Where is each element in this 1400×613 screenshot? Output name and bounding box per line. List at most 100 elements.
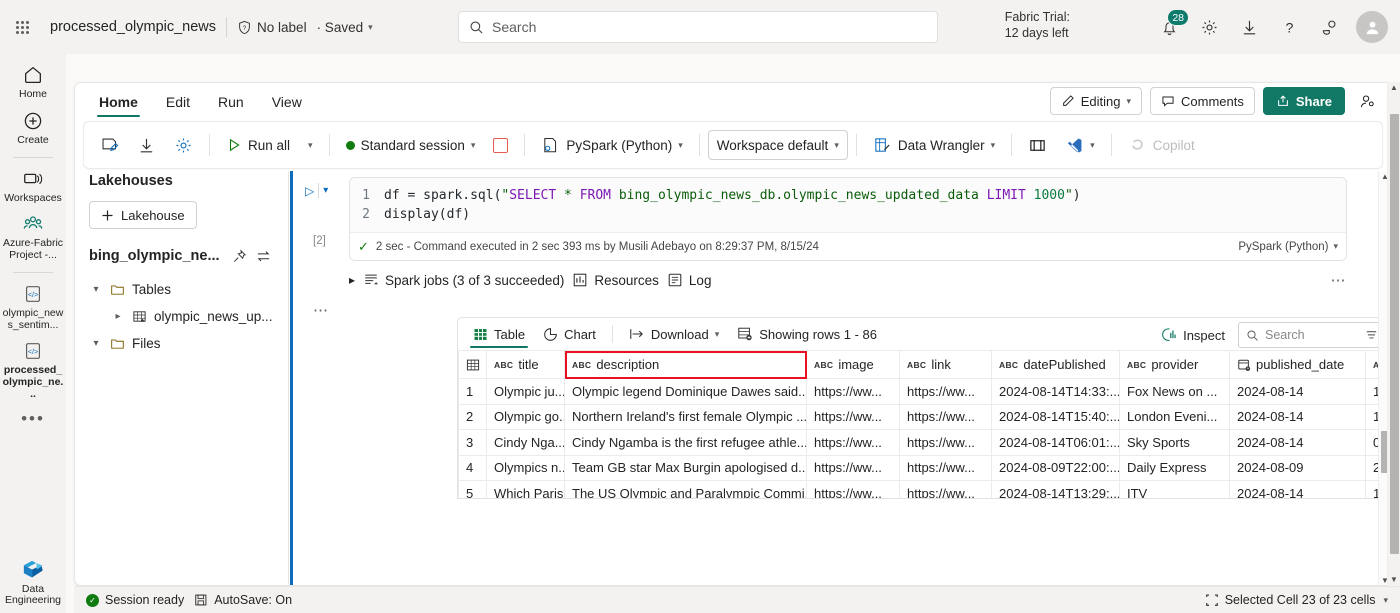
feedback-icon[interactable] [1316,14,1342,40]
notifications-bell-icon[interactable]: 28 [1156,9,1189,40]
cell-published-date[interactable]: 2024-08-14 [1229,403,1366,430]
cell-provider[interactable]: London Eveni... [1119,403,1230,430]
cell-image[interactable]: https://ww... [806,480,900,498]
cell-title[interactable]: Olympics n... [486,454,565,481]
layout-toggle-button[interactable] [1020,129,1055,161]
cell-provider[interactable]: Sky Sports [1119,429,1230,456]
cell-published-date[interactable]: 2024-08-14 [1229,480,1366,498]
comments-button[interactable]: Comments [1150,87,1255,115]
grid-search-input[interactable]: Search [1238,322,1386,348]
cell-published-date[interactable]: 2024-08-14 [1229,429,1366,456]
cell-datepublished[interactable]: 2024-08-14T13:29:... [991,480,1120,498]
table-row[interactable]: 5 Which Paris... The US Olympic and Para… [458,480,1391,498]
grid-column-header-image[interactable]: ABC image [806,350,900,379]
chevron-down-icon[interactable]: ▾ [323,185,328,196]
document-title[interactable]: processed_olympic_news [50,19,216,35]
cell-datepublished[interactable]: 2024-08-14T15:40:... [991,403,1120,430]
page-scroll-thumb[interactable] [1390,114,1399,554]
cell-datepublished[interactable]: 2024-08-14T06:01:... [991,429,1120,456]
download-icon[interactable] [1236,14,1262,40]
play-icon[interactable]: ▷ [305,184,314,198]
grid-corner-header[interactable] [458,350,487,379]
grid-column-header-published-date[interactable]: published_date [1229,350,1366,379]
expand-output-caret[interactable]: ▸ [349,273,355,287]
save-state-button[interactable]: · Saved ▾ [317,20,373,35]
add-lakehouse-button[interactable]: Lakehouse [89,201,197,229]
save-edit-button[interactable] [92,129,127,161]
tab-run[interactable]: Run [206,83,256,121]
autosave-status[interactable]: AutoSave: On [194,593,292,607]
lakehouse-name[interactable]: bing_olympic_ne... [89,248,226,264]
cell-link[interactable]: https://ww... [899,403,992,430]
cell-title[interactable]: Olympic go... [486,403,565,430]
cell-description[interactable]: The US Olympic and Paralympic Commi... [564,480,807,498]
cell-kernel-selector[interactable]: PySpark (Python) ▾ [1238,241,1338,253]
sidebar-item-home[interactable]: Home [1,62,65,101]
cell-more-options[interactable]: ⋯ [313,301,330,319]
chevron-down-icon[interactable]: ▾ [89,338,103,349]
cell-description[interactable]: Olympic legend Dominique Dawes said... [564,378,807,405]
cell-description[interactable]: Northern Ireland's first female Olympic … [564,403,807,430]
cell-link[interactable]: https://ww... [899,454,992,481]
cell-description[interactable]: Team GB star Max Burgin apologised d... [564,454,807,481]
table-row[interactable]: 1 Olympic ju... Olympic legend Dominique… [458,378,1391,405]
log-link[interactable]: Log [667,272,711,288]
table-row[interactable]: 3 Cindy Nga... Cindy Ngamba is the first… [458,429,1391,456]
sidebar-item-workspaces[interactable]: Workspaces [1,166,65,205]
sensitivity-label-button[interactable]: ? No label [237,20,307,35]
download-result-button[interactable]: Download ▾ [622,319,726,349]
person-add-icon[interactable] [1353,87,1381,115]
cell-image[interactable]: https://ww... [806,378,900,405]
environment-selector-button[interactable]: Workspace default ▾ [707,130,848,160]
grid-column-header-link[interactable]: ABC link [899,350,992,379]
cell-image[interactable]: https://ww... [806,454,900,481]
pin-icon[interactable] [228,245,250,267]
cell-provider[interactable]: ITV [1119,480,1230,498]
cell-title[interactable]: Which Paris... [486,480,565,498]
inspect-button[interactable]: Inspect [1154,320,1232,350]
chevron-down-icon[interactable]: ▾ [89,284,103,295]
sidebar-more-button[interactable]: ••• [21,410,45,427]
settings-gear-icon[interactable] [1196,14,1222,40]
cell-image[interactable]: https://ww... [806,429,900,456]
switch-icon[interactable] [252,245,274,267]
data-wrangler-button[interactable]: Data Wrangler ▾ [865,129,1003,161]
run-all-button[interactable]: Run all [218,129,298,161]
cell-description[interactable]: Cindy Ngamba is the first refugee athle.… [564,429,807,456]
tree-node-files[interactable]: ▾ Files [89,330,274,357]
tree-node-olympic-news-updated[interactable]: ▸ olympic_news_up... [89,303,274,330]
cell-selection-status[interactable]: Selected Cell 23 of 23 cells [1205,593,1375,607]
editing-mode-button[interactable]: Editing ▾ [1049,87,1142,115]
stop-session-button[interactable] [485,129,516,161]
cell-provider[interactable]: Fox News on ... [1119,378,1230,405]
global-search-input[interactable]: Search [458,11,938,43]
cell-image[interactable]: https://ww... [806,403,900,430]
scroll-down-arrow-icon[interactable]: ▼ [1390,574,1398,586]
chevron-right-icon[interactable]: ▸ [111,311,125,322]
cell-title[interactable]: Olympic ju... [486,378,565,405]
cell-published-date[interactable]: 2024-08-14 [1229,378,1366,405]
tab-home[interactable]: Home [87,83,150,121]
sidebar-item-create[interactable]: Create [1,108,65,147]
tab-view[interactable]: View [260,83,314,121]
page-vertical-scrollbar[interactable]: ▲ ▼ [1387,82,1400,586]
help-icon[interactable]: ? [1276,14,1302,40]
language-selector-button[interactable]: PySpark (Python) ▾ [533,129,690,161]
session-selector-button[interactable]: Standard session ▾ [338,129,484,161]
open-in-vscode-button[interactable]: ▾ [1057,129,1103,161]
tab-edit[interactable]: Edit [154,83,202,121]
notebook-settings-button[interactable] [166,129,201,161]
cell-published-date[interactable]: 2024-08-09 [1229,454,1366,481]
cell-title[interactable]: Cindy Nga... [486,429,565,456]
grid-column-header-description[interactable]: ABC description [564,350,807,379]
grid-column-header-provider[interactable]: ABC provider [1119,350,1230,379]
account-avatar[interactable] [1356,11,1388,43]
sidebar-workload-switcher[interactable]: Data Engineering [0,557,66,608]
grid-column-header-datepublished[interactable]: ABC datePublished [991,350,1120,379]
code-editor[interactable]: 1 df = spark.sql("SELECT * FROM bing_oly… [350,178,1346,232]
spark-jobs-link[interactable]: Spark jobs (3 of 3 succeeded) [363,272,564,288]
ribbon-download-button[interactable] [129,129,164,161]
run-all-caret[interactable]: ▾ [300,129,321,161]
cell-link[interactable]: https://ww... [899,429,992,456]
cell-provider[interactable]: Daily Express [1119,454,1230,481]
